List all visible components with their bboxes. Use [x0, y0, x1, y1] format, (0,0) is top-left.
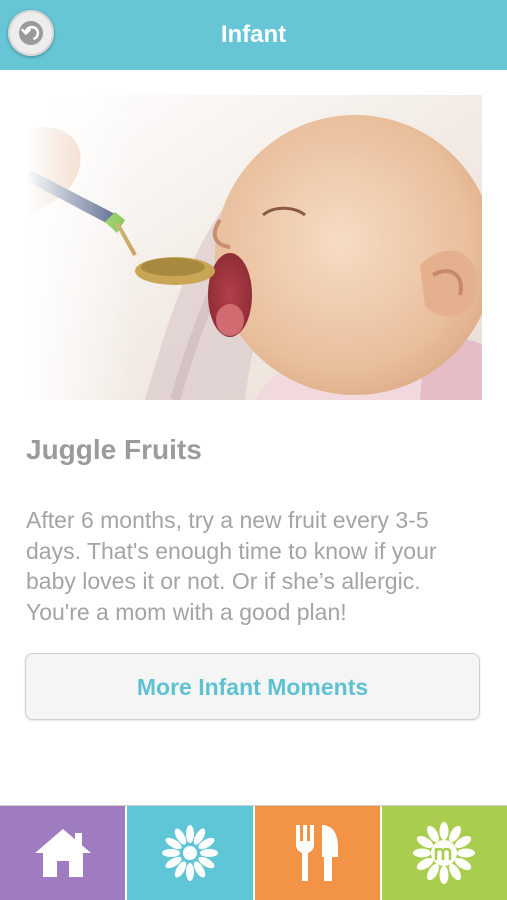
header-bar: Infant: [0, 0, 507, 70]
more-infant-moments-button[interactable]: More Infant Moments: [25, 653, 480, 720]
bottom-tab-bar: [0, 805, 507, 900]
article-body: After 6 months, try a new fruit every 3-…: [26, 507, 437, 625]
flower-icon: [161, 825, 218, 881]
tab-brand[interactable]: [381, 806, 507, 900]
page-title: Infant: [220, 21, 287, 48]
m-logo-icon: [413, 822, 476, 884]
home-icon: [34, 829, 91, 877]
fork-knife-icon: [296, 825, 339, 881]
article-photo: [25, 95, 482, 400]
tab-food[interactable]: [254, 806, 382, 900]
tab-moments[interactable]: [127, 806, 255, 900]
baby-feeding-image: [25, 95, 482, 400]
article-headline: Juggle Fruits: [26, 434, 202, 465]
tab-home[interactable]: [0, 806, 128, 900]
